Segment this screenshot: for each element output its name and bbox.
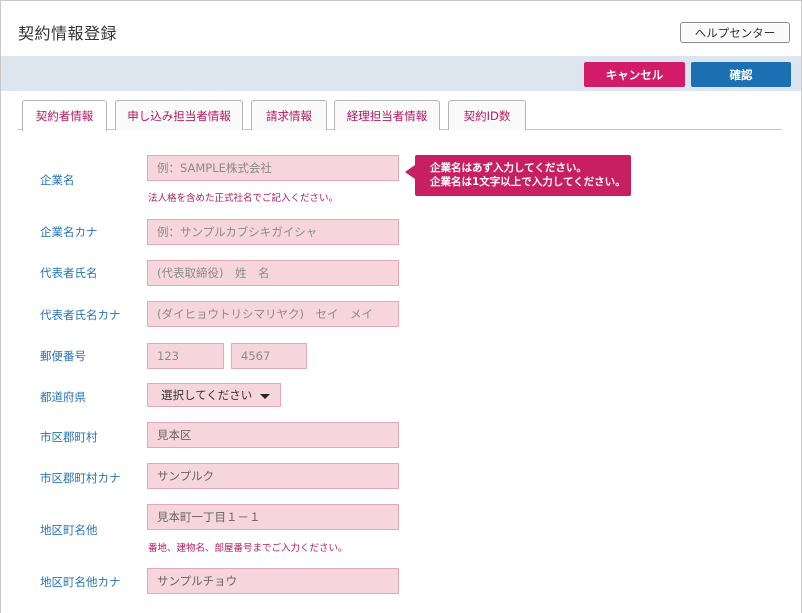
help-center-button[interactable]: ヘルプセンター <box>680 22 790 43</box>
postal-code-label: 郵便番号 <box>40 349 86 363</box>
address-kana-input[interactable]: サンプルチョウ <box>147 568 399 594</box>
prefecture-select[interactable]: 選択してください <box>147 383 281 407</box>
tooltip-line-2: 企業名は1文字以上で入力してください。 <box>430 176 626 188</box>
prefecture-selected-value: 選択してください <box>161 388 253 402</box>
city-input[interactable]: 見本区 <box>147 422 399 448</box>
chevron-down-icon <box>260 394 270 399</box>
postal-code-input-2[interactable]: 4567 <box>231 343 307 369</box>
address-input[interactable]: 見本町一丁目１－１ <box>147 504 399 530</box>
company-name-note: 法人格を含めた正式社名でご記入ください。 <box>148 193 339 204</box>
company-kana-input[interactable]: 例：サンプルカブシキガイシャ <box>147 219 399 245</box>
tab-applicant-contact[interactable]: 申し込み担当者情報 <box>115 100 243 130</box>
city-kana-input[interactable]: サンプルク <box>147 463 399 489</box>
tooltip-line-1: 企業名はあず入力してください。 <box>430 162 587 174</box>
cancel-button[interactable]: キャンセル <box>584 62 685 87</box>
rep-kana-label: 代表者氏名カナ <box>40 308 121 322</box>
tab-contractor-info[interactable]: 契約者情報 <box>22 100 107 131</box>
company-name-input[interactable]: 例：SAMPLE株式会社 <box>147 155 399 181</box>
rep-name-input[interactable]: (代表取締役) 姓 名 <box>147 260 399 286</box>
tab-accounting-contact[interactable]: 経理担当者情報 <box>334 100 440 130</box>
tab-contract-id-count[interactable]: 契約ID数 <box>448 100 526 130</box>
address-note: 番地、建物名、部屋番号までご入力ください。 <box>148 543 348 554</box>
address-kana-label: 地区町名他カナ <box>40 575 121 589</box>
address-label: 地区町名他 <box>40 523 98 537</box>
prefecture-label: 都道府県 <box>40 390 86 404</box>
rep-kana-input[interactable]: (ダイヒョウトリシマリヤク) セイ メイ <box>147 301 399 327</box>
page-title: 契約情報登録 <box>18 24 118 43</box>
city-label: 市区郡町村 <box>40 430 98 444</box>
validation-tooltip: 企業名はあず入力してください。 企業名は1文字以上で入力してください。 <box>405 155 631 196</box>
company-name-label: 企業名 <box>40 173 75 187</box>
tab-billing-info[interactable]: 請求情報 <box>251 100 327 130</box>
rep-name-label: 代表者氏名 <box>40 266 98 280</box>
confirm-button[interactable]: 確認 <box>691 62 791 87</box>
company-kana-label: 企業名カナ <box>40 225 98 239</box>
postal-code-input-1[interactable]: 123 <box>147 343 224 369</box>
city-kana-label: 市区郡町村カナ <box>40 471 121 485</box>
